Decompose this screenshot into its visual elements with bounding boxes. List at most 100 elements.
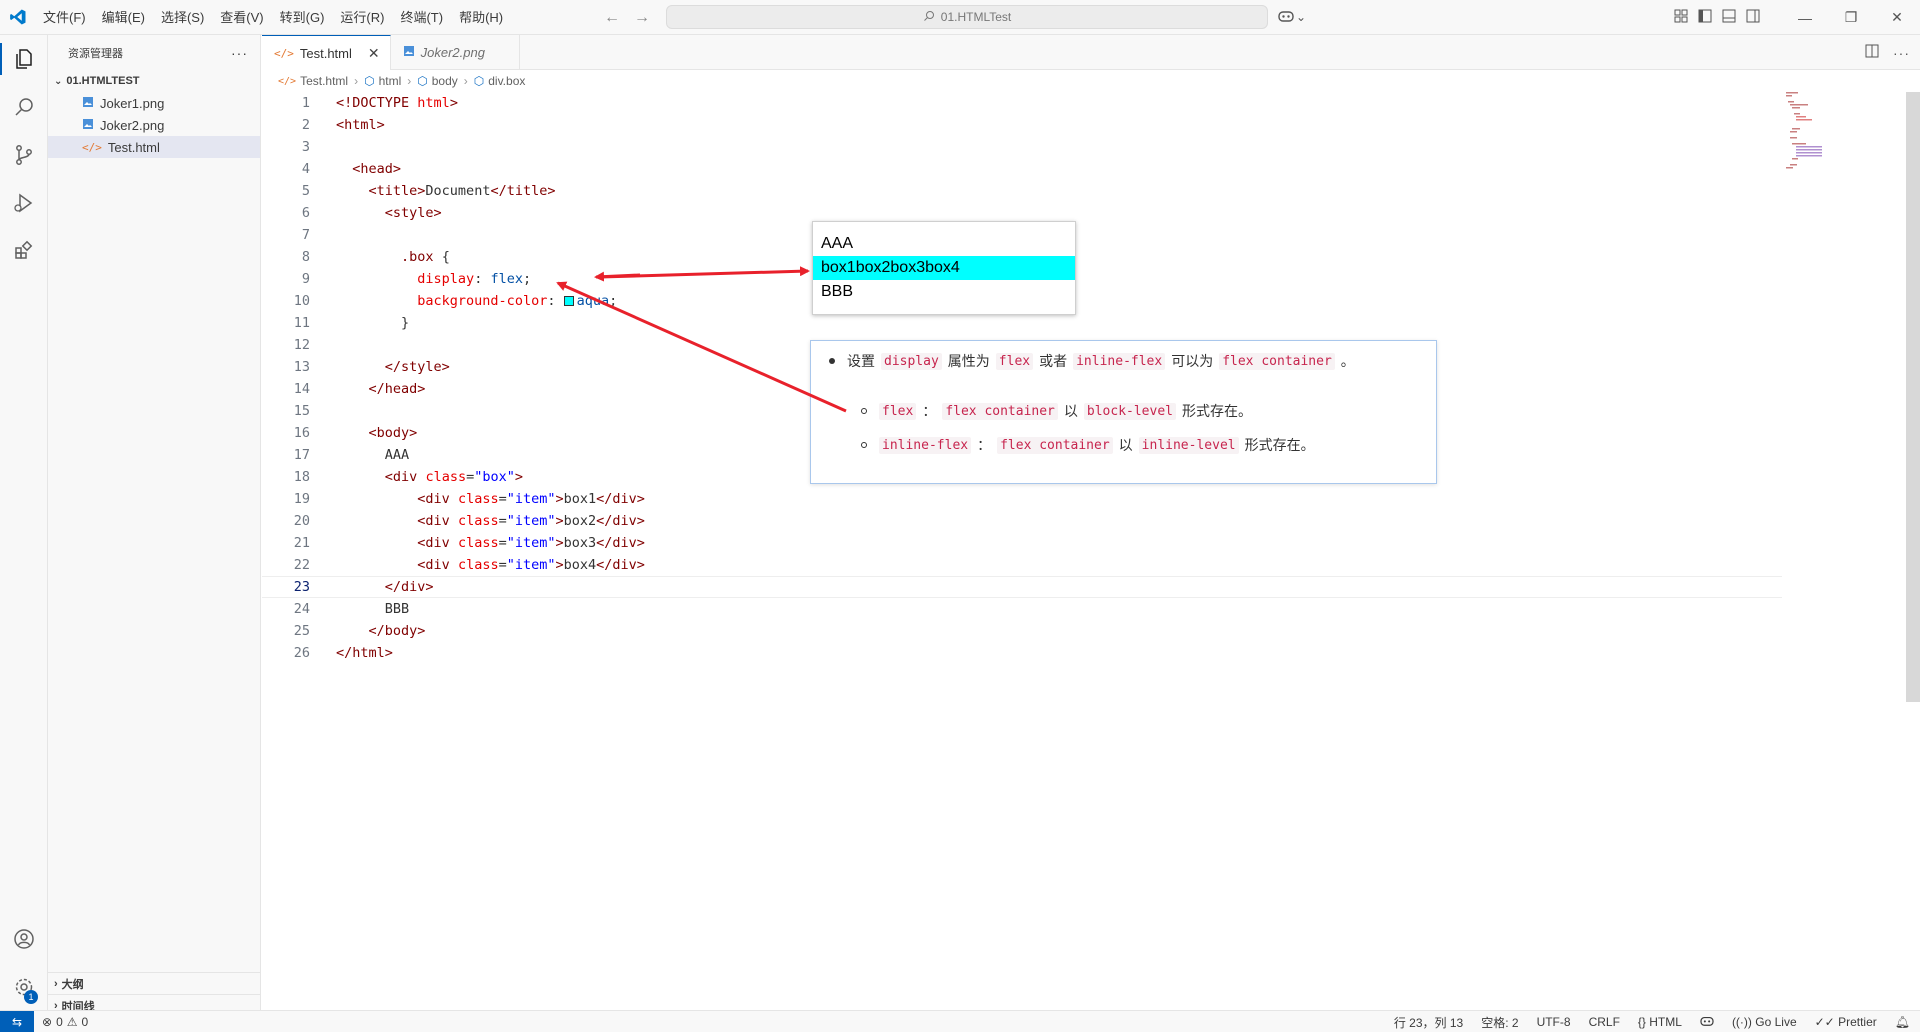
code-token: <div xyxy=(384,469,418,485)
line-number: 20 xyxy=(293,513,310,529)
folder-header[interactable]: ⌄ 01.HTMLTEST xyxy=(48,70,260,92)
file-joker1[interactable]: Joker1.png xyxy=(48,92,260,114)
menu-run[interactable]: 运行(R) xyxy=(332,0,392,35)
line-number: 18 xyxy=(293,469,310,485)
end-of-line[interactable]: CRLF xyxy=(1589,1015,1620,1029)
tab-label: Joker2.png xyxy=(420,45,485,60)
menu-view[interactable]: 查看(V) xyxy=(212,0,271,35)
menu-edit[interactable]: 编辑(E) xyxy=(94,0,153,35)
line-number: 4 xyxy=(301,161,310,177)
note-code: inline-flex xyxy=(1073,352,1166,370)
menu-file[interactable]: 文件(F) xyxy=(35,0,94,35)
menu-go[interactable]: 转到(G) xyxy=(272,0,333,35)
close-window-icon[interactable]: ✕ xyxy=(1874,0,1920,35)
encoding[interactable]: UTF-8 xyxy=(1537,1015,1571,1029)
file-test-html[interactable]: </> Test.html xyxy=(48,136,260,158)
line-number: 5 xyxy=(301,183,310,199)
remote-icon[interactable]: ⇆ xyxy=(0,1010,34,1032)
note-main: 设置 display 属性为 flex 或者 inline-flex 可以为 f… xyxy=(823,349,1424,373)
cursor-position[interactable]: 行 23，列 13 xyxy=(1394,1014,1463,1031)
toggle-panel-icon[interactable] xyxy=(1722,9,1736,26)
color-swatch[interactable] xyxy=(563,296,574,306)
forward-arrow-icon[interactable]: → xyxy=(634,9,650,27)
sidebar-title: 资源管理器 xyxy=(68,47,123,60)
file-label: Joker2.png xyxy=(100,117,165,133)
copilot-status-icon[interactable] xyxy=(1700,1015,1714,1030)
go-live-button[interactable]: ((·)) Go Live xyxy=(1732,1015,1797,1029)
code-token: </title> xyxy=(490,183,556,199)
cube-icon: ⬡ xyxy=(473,74,485,88)
file-label: Joker1.png xyxy=(100,95,165,111)
breadcrumb-file[interactable]: Test.html xyxy=(300,74,348,88)
code-token: </div> xyxy=(596,513,645,529)
notification-badge: 1 xyxy=(24,990,38,1004)
prettier-button[interactable]: ✓✓ Prettier xyxy=(1815,1015,1877,1029)
bullet-icon xyxy=(829,358,835,364)
menu-selection[interactable]: 选择(S) xyxy=(153,0,212,35)
note-code: inline-level xyxy=(1138,436,1239,454)
code-line: 25 </body> xyxy=(262,620,1782,642)
problems-status[interactable]: ⊗ 0 ⚠ 0 xyxy=(34,1015,88,1029)
line-number: 21 xyxy=(293,535,310,551)
split-editor-icon[interactable] xyxy=(1865,44,1879,61)
note-text: 。 xyxy=(1340,353,1355,369)
tab-test-html[interactable]: </> Test.html ✕ xyxy=(262,35,391,70)
source-control-icon[interactable] xyxy=(0,131,48,179)
editor-scrollbar[interactable] xyxy=(1906,92,1920,702)
restore-icon[interactable]: ❐ xyxy=(1828,0,1874,35)
code-token: class xyxy=(457,491,499,507)
code-token: > xyxy=(449,95,458,111)
command-center[interactable]: 01.HTMLTest xyxy=(666,5,1268,29)
more-actions-icon[interactable]: ··· xyxy=(231,45,248,61)
bullet-circle-icon xyxy=(861,408,867,414)
file-joker2[interactable]: Joker2.png xyxy=(48,114,260,136)
menu-terminal[interactable]: 终端(T) xyxy=(392,0,451,35)
note-text: 以 xyxy=(1063,403,1078,419)
back-arrow-icon[interactable]: ← xyxy=(604,9,620,27)
code-line: 5 <title>Document</title> xyxy=(262,180,1782,202)
note-code: flex container xyxy=(997,436,1113,454)
note-code: inline-flex xyxy=(879,436,972,454)
code-token: </div> xyxy=(596,491,645,507)
toggle-primary-sidebar-icon[interactable] xyxy=(1698,9,1712,26)
code-token: = xyxy=(498,557,507,573)
chevron-down-icon: ⌄ xyxy=(54,75,63,87)
search-view-icon[interactable] xyxy=(0,83,48,131)
breadcrumb-html[interactable]: html xyxy=(379,74,402,88)
code-token: box2 xyxy=(563,513,597,529)
more-actions-icon[interactable]: ··· xyxy=(1893,45,1910,61)
bell-icon[interactable]: 🔔︎ xyxy=(1895,1015,1910,1029)
indentation[interactable]: 空格: 2 xyxy=(1481,1014,1518,1031)
vscode-logo-icon xyxy=(0,0,35,35)
chevron-down-icon: ⌄ xyxy=(1296,10,1307,24)
go-live-label: Go Live xyxy=(1755,1015,1797,1029)
customize-layout-icon[interactable] xyxy=(1674,9,1688,26)
minimap[interactable] xyxy=(1784,90,1834,170)
warning-icon: ⚠ xyxy=(66,1014,78,1029)
explorer-icon[interactable] xyxy=(0,35,48,83)
tab-joker2[interactable]: Joker2.png xyxy=(391,35,520,70)
run-debug-icon[interactable] xyxy=(0,179,48,227)
extensions-icon[interactable] xyxy=(0,227,48,275)
breadcrumb-divbox[interactable]: div.box xyxy=(488,74,525,88)
line-number: 22 xyxy=(293,557,310,573)
toggle-secondary-sidebar-icon[interactable] xyxy=(1746,9,1760,26)
close-icon[interactable]: ✕ xyxy=(368,45,380,62)
code-token: } xyxy=(401,315,410,331)
code-token: <head> xyxy=(352,161,402,177)
accounts-icon[interactable] xyxy=(0,915,48,963)
code-token: "box" xyxy=(474,469,515,485)
minimize-icon[interactable]: — xyxy=(1782,0,1828,35)
breadcrumb-body[interactable]: body xyxy=(432,74,458,88)
warning-count: 0 xyxy=(81,1014,89,1029)
copilot-button[interactable]: ⌄ xyxy=(1278,6,1306,28)
code-token: aqua xyxy=(576,293,610,309)
code-token: > xyxy=(555,513,564,529)
menu-help[interactable]: 帮助(H) xyxy=(451,0,511,35)
manage-gear-icon[interactable]: 1 xyxy=(0,963,48,1011)
activity-bar: 1 xyxy=(0,35,48,1010)
outline-section[interactable]: › 大纲 xyxy=(48,972,261,994)
note-text: 形式存在。 xyxy=(1244,437,1315,453)
language-mode[interactable]: {} HTML xyxy=(1638,1015,1682,1029)
preview-bbb: BBB xyxy=(821,283,854,300)
